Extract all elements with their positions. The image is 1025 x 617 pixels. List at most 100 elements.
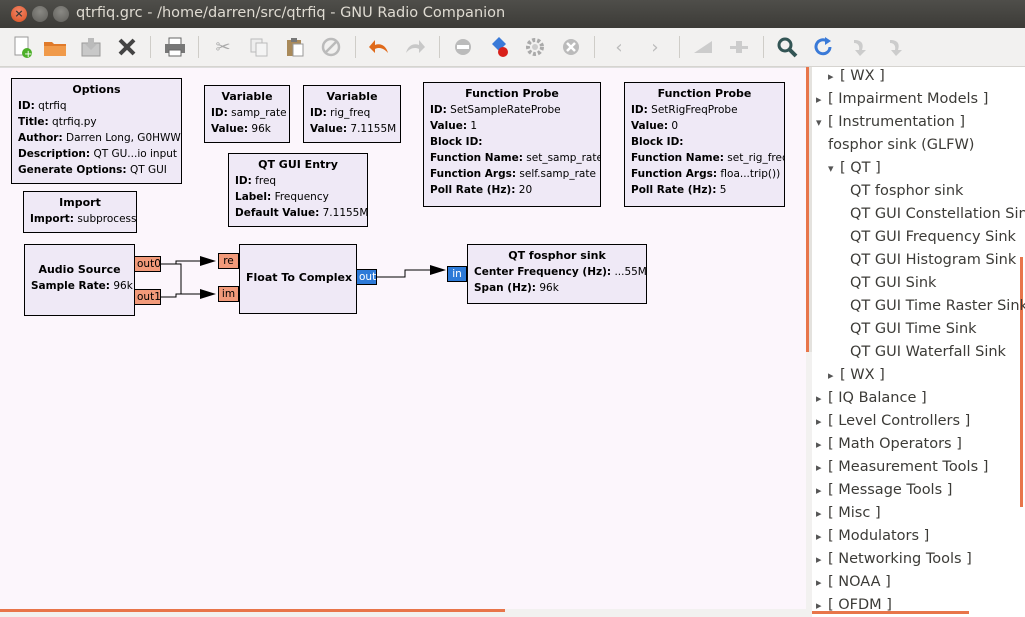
disable-icon[interactable] bbox=[451, 36, 475, 58]
close-file-icon[interactable] bbox=[115, 36, 139, 58]
expander-arrow-icon[interactable]: ▾ bbox=[828, 157, 840, 180]
tree-item[interactable]: QT GUI Time Sink bbox=[850, 318, 977, 341]
find-icon[interactable] bbox=[775, 36, 799, 58]
expander-arrow-icon[interactable]: ▸ bbox=[816, 387, 828, 410]
open-icon[interactable] bbox=[43, 36, 67, 58]
redo-icon[interactable] bbox=[403, 36, 427, 58]
new-icon[interactable]: + bbox=[10, 36, 34, 58]
undo-icon[interactable] bbox=[367, 36, 391, 58]
tree-item[interactable]: ▾[ Instrumentation ] bbox=[816, 111, 965, 134]
qt-gui-entry-block[interactable]: QT GUI Entry ID: freq Label: Frequency D… bbox=[228, 153, 368, 227]
tree-item[interactable]: ▾[ QT ] bbox=[828, 157, 881, 180]
variable-rig-freq-block[interactable]: Variable ID: rig_freq Value: 7.1155M bbox=[303, 85, 401, 143]
expander-arrow-icon[interactable]: ▸ bbox=[816, 548, 828, 571]
maximize-window-button[interactable] bbox=[53, 6, 69, 22]
block-library-tree[interactable]: ▸[ WX ] ▸[ Impairment Models ] ▾[ Instrume… bbox=[812, 67, 1025, 617]
tree-item[interactable]: QT GUI Frequency Sink bbox=[850, 226, 1016, 249]
expander-arrow-icon[interactable]: ▸ bbox=[828, 364, 840, 387]
tree-item[interactable]: QT GUI Sink bbox=[850, 272, 936, 295]
flowgraph-canvas[interactable]: Options ID: qtrfiq Title: qtrfiq.py Auth… bbox=[0, 67, 806, 610]
execute-icon[interactable] bbox=[523, 36, 547, 58]
import-block[interactable]: Import Import: subprocess bbox=[23, 191, 137, 233]
tree-item[interactable]: ▸[ OFDM ] bbox=[816, 594, 892, 617]
tree-item[interactable]: fosphor sink (GLFW) bbox=[828, 134, 974, 157]
tree-item-label: [ Instrumentation ] bbox=[828, 114, 965, 130]
down-icon[interactable] bbox=[883, 36, 907, 58]
rotate-ccw-icon[interactable]: ‹ bbox=[607, 36, 631, 58]
expander-arrow-icon[interactable]: ▾ bbox=[816, 111, 828, 134]
expander-arrow-icon[interactable]: ▸ bbox=[816, 88, 828, 111]
tree-item-label: [ Math Operators ] bbox=[828, 436, 962, 452]
tree-item[interactable]: ▸[ WX ] bbox=[828, 364, 885, 387]
kill-icon[interactable] bbox=[559, 36, 583, 58]
canvas-horizontal-scrollbar[interactable] bbox=[0, 609, 806, 617]
tree-item[interactable]: ▸[ Modulators ] bbox=[816, 525, 929, 548]
fosphor-in-port[interactable]: in bbox=[447, 266, 467, 282]
tree-item[interactable]: QT GUI Constellation Sink bbox=[850, 203, 1025, 226]
f2c-out-port[interactable]: out bbox=[356, 269, 377, 285]
block-title: Options bbox=[72, 83, 121, 96]
print-icon[interactable] bbox=[163, 36, 187, 58]
audio-out0-port[interactable]: out0 bbox=[134, 256, 161, 272]
f2c-im-port[interactable]: im bbox=[218, 286, 239, 302]
title-bar: × qtrfiq.grc - /home/darren/src/qtrfiq -… bbox=[0, 0, 1025, 28]
options-block[interactable]: Options ID: qtrfiq Title: qtrfiq.py Auth… bbox=[11, 78, 182, 184]
expander-arrow-icon[interactable]: ▸ bbox=[816, 479, 828, 502]
tree-item[interactable]: ▸[ Networking Tools ] bbox=[816, 548, 972, 571]
expander-arrow-icon[interactable]: ▸ bbox=[828, 67, 840, 88]
delete-icon[interactable] bbox=[319, 36, 343, 58]
tree-item[interactable]: ▸[ Impairment Models ] bbox=[816, 88, 988, 111]
tree-item[interactable]: ▸[ Measurement Tools ] bbox=[816, 456, 988, 479]
tree-item-label: [ Misc ] bbox=[828, 505, 881, 521]
function-probe-samp-rate-block[interactable]: Function Probe ID: SetSampleRateProbe Va… bbox=[423, 82, 601, 207]
tree-item-label: [ Level Controllers ] bbox=[828, 413, 971, 429]
rotate-cw-icon[interactable]: › bbox=[643, 36, 667, 58]
enable-icon[interactable] bbox=[691, 36, 715, 58]
tree-item-label: [ Message Tools ] bbox=[828, 482, 953, 498]
save-icon[interactable] bbox=[79, 36, 103, 58]
audio-source-block[interactable]: Audio Source Sample Rate: 96k bbox=[24, 244, 135, 316]
tree-item[interactable]: ▸[ Level Controllers ] bbox=[816, 410, 970, 433]
qt-fosphor-sink-block[interactable]: QT fosphor sink Center Frequency (Hz): .… bbox=[467, 244, 647, 304]
tree-item[interactable]: ▸[ IQ Balance ] bbox=[816, 387, 927, 410]
audio-out1-port[interactable]: out1 bbox=[134, 289, 161, 305]
generate-icon[interactable] bbox=[487, 36, 511, 58]
tree-item[interactable]: QT GUI Time Raster Sink bbox=[850, 295, 1025, 318]
variable-samp-rate-block[interactable]: Variable ID: samp_rate Value: 96k bbox=[204, 85, 290, 143]
reload-icon[interactable] bbox=[811, 36, 835, 58]
expander-arrow-icon[interactable]: ▸ bbox=[816, 433, 828, 456]
tree-item-label: QT GUI Histogram Sink bbox=[850, 252, 1017, 268]
tree-item[interactable]: QT GUI Histogram Sink bbox=[850, 249, 1016, 272]
float-to-complex-block[interactable]: Float To Complex bbox=[239, 244, 357, 314]
tree-item-label: [ Networking Tools ] bbox=[828, 551, 972, 567]
tree-item[interactable]: ▸[ NOAA ] bbox=[816, 571, 891, 594]
tree-item-label: [ WX ] bbox=[840, 367, 885, 383]
copy-icon[interactable] bbox=[247, 36, 271, 58]
window-title: qtrfiq.grc - /home/darren/src/qtrfiq - G… bbox=[76, 5, 506, 21]
close-window-button[interactable]: × bbox=[11, 6, 27, 22]
paste-icon[interactable] bbox=[283, 36, 307, 58]
tree-item[interactable]: ▸[ WX ] bbox=[828, 67, 885, 88]
expander-arrow-icon[interactable]: ▸ bbox=[816, 571, 828, 594]
expander-arrow-icon[interactable]: ▸ bbox=[816, 525, 828, 548]
expander-arrow-icon[interactable]: ▸ bbox=[816, 594, 828, 617]
tree-item[interactable]: QT fosphor sink bbox=[850, 180, 963, 203]
expander-arrow-icon[interactable]: ▸ bbox=[816, 502, 828, 525]
tree-item[interactable]: ▸[ Misc ] bbox=[816, 502, 881, 525]
svg-text:+: + bbox=[24, 49, 32, 58]
cut-icon[interactable]: ✂ bbox=[211, 36, 235, 58]
tree-item-label: [ NOAA ] bbox=[828, 574, 891, 590]
tree-item-label: [ Modulators ] bbox=[828, 528, 930, 544]
up-icon[interactable] bbox=[847, 36, 871, 58]
f2c-re-port[interactable]: re bbox=[218, 253, 239, 269]
tree-item[interactable]: QT GUI Waterfall Sink bbox=[850, 341, 1006, 364]
expander-arrow-icon[interactable]: ▸ bbox=[816, 410, 828, 433]
expander-arrow-icon[interactable]: ▸ bbox=[816, 456, 828, 479]
tree-item[interactable]: ▸[ Message Tools ] bbox=[816, 479, 952, 502]
tree-item-label: [ IQ Balance ] bbox=[828, 390, 927, 406]
tree-item[interactable]: ▸[ Math Operators ] bbox=[816, 433, 962, 456]
tree-item-label: QT GUI Waterfall Sink bbox=[850, 344, 1006, 360]
minimize-window-button[interactable] bbox=[32, 6, 48, 22]
bypass-icon[interactable] bbox=[727, 36, 751, 58]
function-probe-rig-freq-block[interactable]: Function Probe ID: SetRigFreqProbe Value… bbox=[624, 82, 785, 207]
